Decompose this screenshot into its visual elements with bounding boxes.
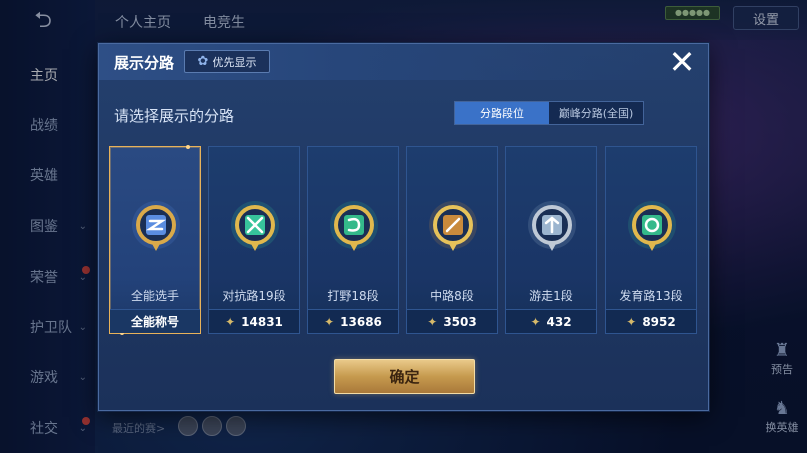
close-icon: ✕ (668, 43, 696, 81)
lane-card-value: 432 (546, 314, 572, 329)
combat-power-icon: ✦ (530, 314, 541, 329)
lane-card-value-row: ✦ 432 (506, 309, 596, 333)
close-button[interactable]: ✕ (665, 45, 699, 79)
lane-card-value-row: ✦ 8952 (606, 309, 696, 333)
lane-card-value-row: ✦ 13686 (308, 309, 398, 333)
lane-card[interactable]: 打野18段 ✦ 13686 (307, 146, 399, 334)
gear-icon: ✿ (197, 54, 209, 69)
lane-card-name: 对抗路19段 (222, 289, 286, 303)
lane-card-value: 全能称号 (130, 315, 179, 329)
combat-power-icon: ✦ (225, 314, 236, 329)
lane-card-value: 8952 (642, 314, 676, 329)
priority-display-button[interactable]: ✿ 优先显示 (184, 50, 270, 73)
lane-card-name: 发育路13段 (619, 289, 683, 303)
lane-badge-icon (131, 199, 181, 255)
lane-card-value-row: 全能称号 (110, 309, 200, 333)
lane-badge-icon (230, 199, 280, 255)
lane-badge-icon (527, 199, 577, 255)
lane-card-name: 打野18段 (327, 289, 379, 303)
lane-card-value: 13686 (340, 314, 382, 329)
lane-tabs: 分路段位 巅峰分路(全国) (454, 101, 644, 125)
lane-card-value-row: ✦ 3503 (407, 309, 497, 333)
dialog-subtitle: 请选择展示的分路 (114, 107, 235, 125)
lane-badge-icon (627, 199, 677, 255)
selection-corner-mark (186, 145, 190, 149)
lane-card-name: 全能选手 (130, 289, 179, 303)
lane-card-value: 3503 (443, 314, 477, 329)
lane-card-name: 中路8段 (430, 289, 474, 303)
lane-card-value-row: ✦ 14831 (209, 309, 299, 333)
lane-card[interactable]: 游走1段 ✦ 432 (505, 146, 597, 334)
dialog-title: 展示分路 (114, 54, 175, 72)
lane-card-name: 游走1段 (529, 289, 573, 303)
combat-power-icon: ✦ (626, 314, 637, 329)
lane-card[interactable]: 发育路13段 ✦ 8952 (605, 146, 697, 334)
lane-card[interactable]: 对抗路19段 ✦ 14831 (208, 146, 300, 334)
lane-badge-icon (428, 199, 478, 255)
lane-badge-icon (329, 199, 379, 255)
lane-card-value: 14831 (241, 314, 283, 329)
tab-peak-lane[interactable]: 巅峰分路(全国) (549, 102, 643, 124)
lane-card[interactable]: 中路8段 ✦ 3503 (406, 146, 498, 334)
tab-lane-rank[interactable]: 分路段位 (455, 102, 549, 124)
confirm-button[interactable]: 确定 (334, 359, 475, 394)
display-lane-dialog: 展示分路 ✿ 优先显示 ✕ 请选择展示的分路 分路段位 巅峰分路(全国) 全能选… (98, 43, 709, 411)
combat-power-icon: ✦ (324, 314, 335, 329)
lane-card-list: 全能选手 全能称号 对抗路19段 ✦ 14831 打野18段 ✦ 13686 中路8段 ✦ 3503… (109, 145, 699, 336)
combat-power-icon: ✦ (427, 314, 438, 329)
lane-card[interactable]: 全能选手 全能称号 (109, 145, 201, 335)
priority-label: 优先显示 (212, 55, 257, 69)
